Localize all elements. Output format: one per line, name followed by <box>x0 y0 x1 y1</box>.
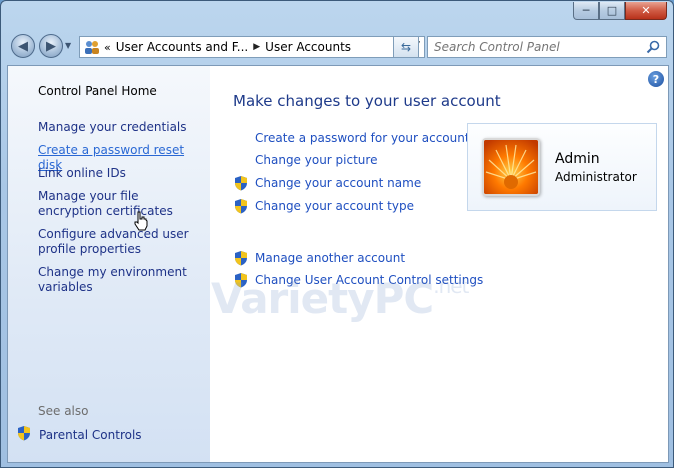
refresh-icon: ⇆ <box>400 40 412 54</box>
task-label: Change User Account Control settings <box>255 273 484 287</box>
refresh-button[interactable]: ⇆ <box>393 36 419 58</box>
task-change-account-name[interactable]: Change your account name <box>233 175 421 191</box>
sidebar-item-manage-credentials[interactable]: Manage your credentials <box>38 120 204 135</box>
task-uac-settings[interactable]: Change User Account Control settings <box>233 272 483 288</box>
task-label: Manage another account <box>255 251 406 265</box>
task-change-picture[interactable]: Change your picture <box>255 153 377 167</box>
task-manage-another-account[interactable]: Manage another account <box>233 250 405 266</box>
forward-button[interactable]: ▶ <box>39 34 63 58</box>
minimize-button[interactable]: ─ <box>573 2 599 20</box>
breadcrumb-item[interactable]: User Accounts and F... <box>116 40 249 54</box>
control-panel-home-link[interactable]: Control Panel Home <box>38 84 204 99</box>
task-create-password[interactable]: Create a password for your account <box>255 131 470 145</box>
task-change-account-type[interactable]: Change your account type <box>233 198 414 214</box>
search-box[interactable] <box>427 36 667 58</box>
sidebar-item-environment-variables[interactable]: Change my environment variables <box>38 265 204 295</box>
recent-pages-dropdown[interactable]: ▼ <box>65 41 71 50</box>
breadcrumb-separator-icon[interactable]: ▶ <box>253 42 260 52</box>
uac-shield-icon <box>16 425 32 444</box>
sidebar-item-file-encryption[interactable]: Manage your file encryption certificates <box>38 189 204 219</box>
breadcrumb-item[interactable]: User Accounts <box>265 40 351 54</box>
overflow-chevron-icon[interactable]: « <box>104 41 111 54</box>
task-label: Create a password for your account <box>255 131 470 145</box>
task-pane: Control Panel Home Manage your credentia… <box>8 66 210 462</box>
sidebar-item-link-online-ids[interactable]: Link online IDs <box>38 166 204 181</box>
see-also-heading: See also <box>38 404 89 418</box>
content-area: Control Panel Home Manage your credentia… <box>7 65 669 463</box>
avatar[interactable] <box>482 138 540 196</box>
forward-arrow-icon: ▶ <box>46 38 56 54</box>
window: ─ □ ✕ ◀ ▶ ▼ « User Accounts and F... ▶ U… <box>0 0 674 468</box>
parental-controls-link[interactable]: Parental Controls <box>16 425 142 444</box>
caption-buttons: ─ □ ✕ <box>573 2 667 22</box>
task-label: Change your account name <box>255 176 422 190</box>
page-title: Make changes to your user account <box>233 92 501 110</box>
uac-shield-icon <box>233 272 249 288</box>
sidebar-item-advanced-profile[interactable]: Configure advanced user profile properti… <box>38 227 204 257</box>
main-pane: ? Make changes to your user account Crea… <box>210 66 668 462</box>
account-card: Admin Administrator <box>467 123 657 211</box>
help-icon[interactable]: ? <box>648 71 664 87</box>
search-input[interactable] <box>434 40 634 54</box>
close-button[interactable]: ✕ <box>625 2 667 20</box>
task-label: Change your picture <box>255 153 378 167</box>
search-icon[interactable] <box>646 40 660 57</box>
uac-shield-icon <box>233 198 249 214</box>
control-panel-icon <box>83 39 101 55</box>
maximize-button[interactable]: □ <box>599 2 625 20</box>
parental-controls-label: Parental Controls <box>39 427 142 442</box>
address-bar[interactable]: « User Accounts and F... ▶ User Accounts… <box>79 36 425 58</box>
back-arrow-icon: ◀ <box>18 38 28 54</box>
back-button[interactable]: ◀ <box>11 34 35 58</box>
task-label: Change your account type <box>255 199 414 213</box>
uac-shield-icon <box>233 250 249 266</box>
hand-cursor-icon <box>133 211 149 234</box>
navigation-bar: ◀ ▶ ▼ « User Accounts and F... ▶ User Ac… <box>9 31 667 61</box>
account-role: Administrator <box>555 170 637 184</box>
account-name: Admin <box>555 151 600 167</box>
uac-shield-icon <box>233 175 249 191</box>
